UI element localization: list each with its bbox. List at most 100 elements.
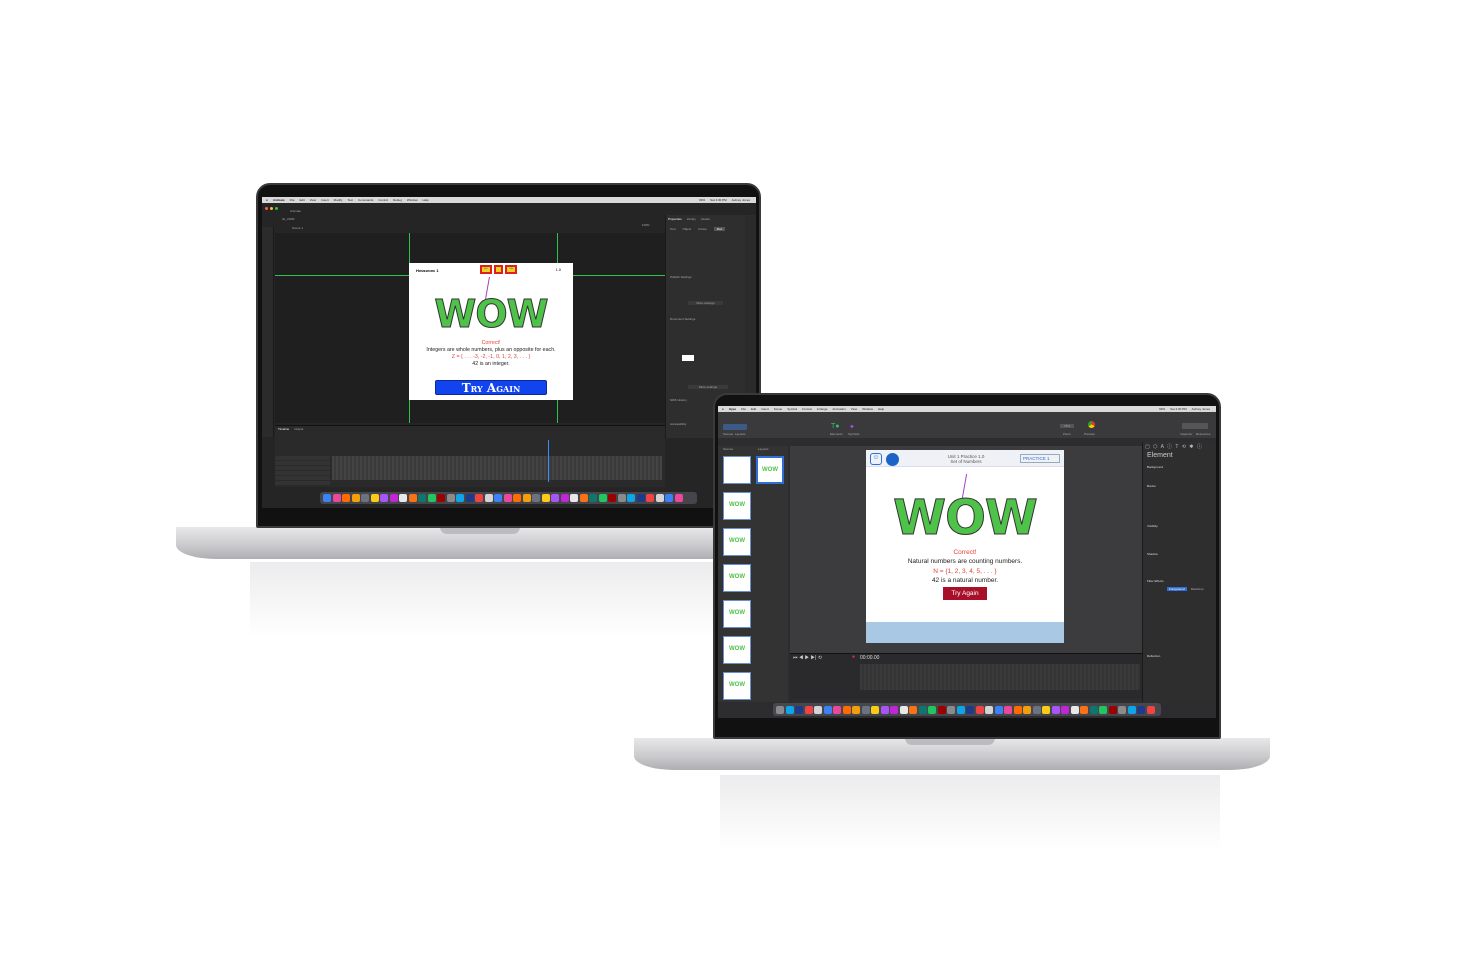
layout-thumbnail[interactable]: WOW: [756, 456, 784, 484]
battery-status[interactable]: 99%: [1159, 407, 1165, 411]
dock-app-icon[interactable]: [918, 705, 927, 714]
zoom-button[interactable]: [275, 207, 278, 210]
menu-help[interactable]: Help: [878, 407, 884, 411]
menu-arrange[interactable]: Arrange: [817, 407, 828, 411]
dock-app-icon[interactable]: [975, 705, 984, 714]
dock-app-icon[interactable]: [456, 494, 464, 502]
section-reflection[interactable]: Reflection: [1147, 654, 1160, 658]
frame-track[interactable]: [332, 456, 662, 480]
dock-app-icon[interactable]: [1089, 705, 1098, 714]
scene-thumbnail[interactable]: WOW: [723, 528, 751, 556]
section-publish-settings[interactable]: Publish Settings: [670, 275, 741, 279]
dock-app-icon[interactable]: [880, 705, 889, 714]
menu-hype[interactable]: Hype: [729, 407, 736, 411]
menu-control[interactable]: Control: [378, 198, 388, 202]
scene-thumbnail[interactable]: WOW: [723, 564, 751, 592]
section-accessibility[interactable]: Accessibility: [670, 422, 686, 426]
filter-tab-backdrop[interactable]: Backdrop: [1189, 587, 1206, 591]
inspector-toggle[interactable]: [1182, 423, 1208, 429]
section-border[interactable]: Border: [1147, 484, 1156, 488]
menu-insert[interactable]: Insert: [761, 407, 769, 411]
dock-app-icon[interactable]: [804, 705, 813, 714]
dock-app-icon[interactable]: [956, 705, 965, 714]
dock-app-icon[interactable]: [627, 494, 635, 502]
dock-app-icon[interactable]: [871, 705, 879, 714]
record-button[interactable]: ●: [852, 654, 855, 660]
clock[interactable]: Sat 4:30 PM: [710, 198, 727, 202]
dock-app-icon[interactable]: [1032, 705, 1041, 714]
dock-app-icon[interactable]: [674, 494, 683, 502]
dock-app-icon[interactable]: [598, 494, 607, 502]
dock-app-icon[interactable]: [814, 705, 822, 714]
dock-app-icon[interactable]: [823, 705, 832, 714]
dock-app-icon[interactable]: [370, 494, 379, 502]
elements-icon[interactable]: T●: [831, 423, 840, 430]
scene-selector[interactable]: Scene 1: [292, 226, 303, 230]
blue-circle-button[interactable]: [886, 453, 899, 466]
dock-app-icon[interactable]: [437, 494, 445, 502]
try-again-button[interactable]: Try Again: [435, 380, 547, 395]
playback-controls[interactable]: ⏮ ◀ ▶ ▶| ⟲: [793, 655, 822, 661]
dock-app-icon[interactable]: [909, 705, 917, 714]
dock-app-icon[interactable]: [541, 494, 550, 502]
zoom-field[interactable]: 75%: [1060, 424, 1075, 428]
dock-app-icon[interactable]: [465, 494, 474, 502]
dock-app-icon[interactable]: [890, 705, 898, 714]
dock-app-icon[interactable]: [475, 494, 483, 502]
dock-app-icon[interactable]: [928, 705, 936, 714]
dock-app-icon[interactable]: [985, 705, 993, 714]
dock-app-icon[interactable]: [617, 494, 626, 502]
dock-app-icon[interactable]: [332, 494, 341, 502]
tab-timeline[interactable]: Timeline: [278, 427, 289, 431]
dock-app-icon[interactable]: [408, 494, 417, 502]
owl-logo-icon[interactable]: ☺: [870, 453, 882, 465]
next-arrow-icon[interactable]: ⇒: [505, 265, 517, 274]
scene-thumbnail[interactable]: WOW: [723, 636, 751, 664]
dock-app-icon[interactable]: [861, 705, 870, 714]
dock-app-icon[interactable]: [589, 494, 597, 502]
dock-app-icon[interactable]: [937, 705, 946, 714]
more-settings-button[interactable]: More settings: [688, 301, 723, 305]
dock-app-icon[interactable]: [899, 705, 908, 714]
inspector-tabs[interactable]: ▢ ⬡ A ⓘ T ⟲ ✱ ⓘ: [1145, 443, 1203, 450]
dock-app-icon[interactable]: [795, 705, 803, 714]
dock-app-icon[interactable]: [947, 705, 955, 714]
dock-app-icon[interactable]: [655, 494, 664, 502]
tab-assets[interactable]: Assets: [701, 217, 710, 221]
dock-app-icon[interactable]: [833, 705, 841, 714]
menu-help[interactable]: Help: [423, 198, 429, 202]
dock-app-icon[interactable]: [1023, 705, 1031, 714]
more-settings-button-2[interactable]: More settings: [688, 385, 728, 389]
dock-app-icon[interactable]: [1042, 705, 1050, 714]
menu-commands[interactable]: Commands: [358, 198, 373, 202]
dock-app-icon[interactable]: [579, 494, 588, 502]
dock-app-icon[interactable]: [966, 705, 974, 714]
menu-view[interactable]: View: [851, 407, 857, 411]
menu-edit[interactable]: Edit: [300, 198, 305, 202]
stage-color-swatch[interactable]: [682, 355, 694, 361]
dock-app-icon[interactable]: [1013, 705, 1022, 714]
menu-debug[interactable]: Debug: [393, 198, 402, 202]
subtab-frame[interactable]: Frame: [698, 227, 707, 231]
dock-app-icon[interactable]: [636, 494, 645, 502]
tab-properties[interactable]: Properties: [668, 217, 682, 221]
apple-icon[interactable]: ●: [266, 198, 268, 202]
section-background[interactable]: Background: [1147, 465, 1163, 469]
dock-app-icon[interactable]: [361, 494, 369, 502]
dock-app-icon[interactable]: [852, 705, 860, 714]
try-again-button[interactable]: Try Again: [943, 587, 987, 600]
menu-window[interactable]: Window: [862, 407, 873, 411]
subtab-tool[interactable]: Tool: [670, 227, 676, 231]
dock-app-icon[interactable]: [1118, 705, 1126, 714]
dock-app-icon[interactable]: [551, 494, 559, 502]
menu-scene[interactable]: Scene: [774, 407, 783, 411]
menu-view[interactable]: View: [310, 198, 316, 202]
dock-app-icon[interactable]: [1051, 705, 1060, 714]
zoom-field[interactable]: 100%: [642, 223, 650, 227]
playhead[interactable]: [548, 440, 549, 482]
preview-browser-icon[interactable]: [1088, 421, 1095, 428]
dock-app-icon[interactable]: [842, 705, 851, 714]
home-tab[interactable]: Animate: [290, 209, 301, 213]
menu-file[interactable]: File: [741, 407, 746, 411]
close-button[interactable]: [265, 207, 268, 210]
